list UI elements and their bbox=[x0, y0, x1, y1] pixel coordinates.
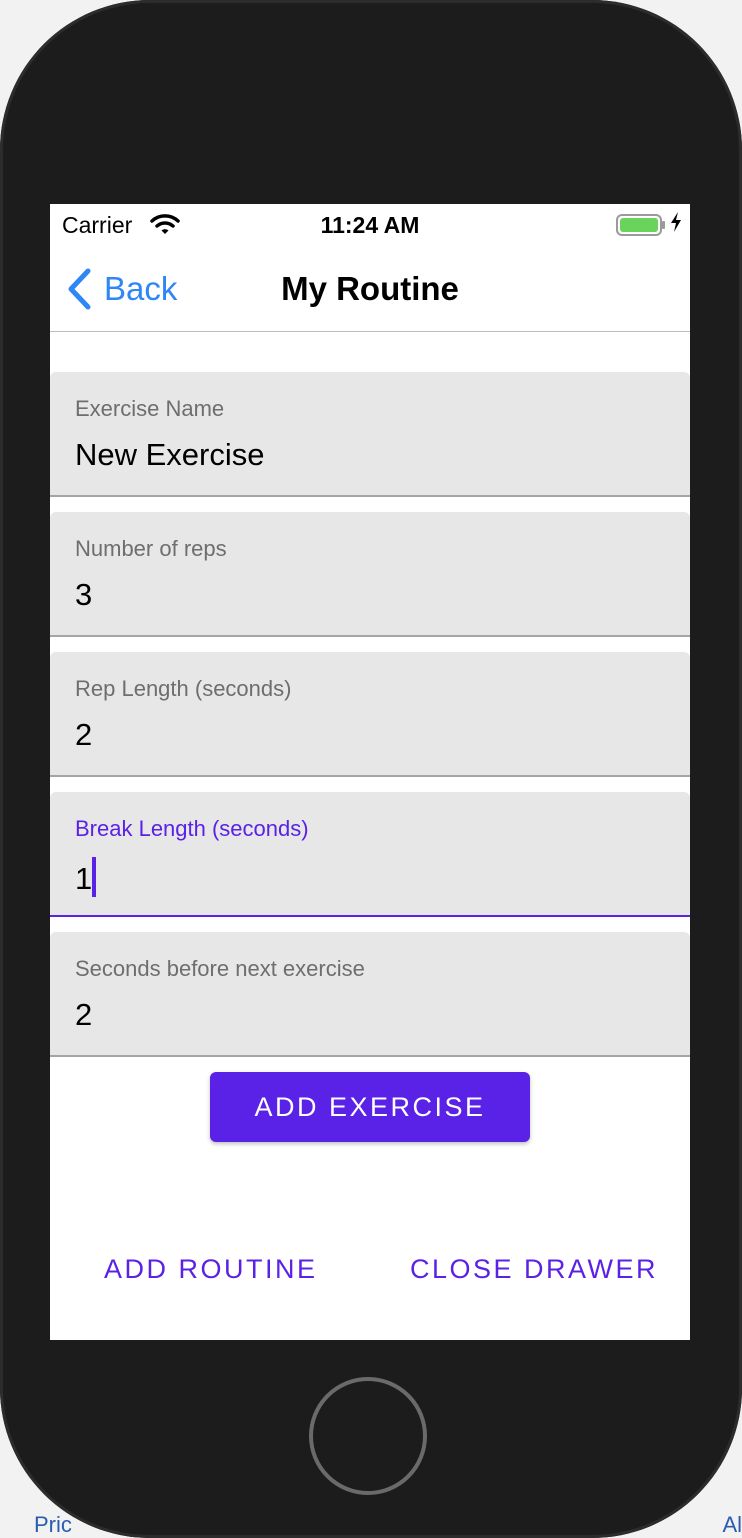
add-exercise-button[interactable]: ADD EXERCISE bbox=[210, 1072, 530, 1142]
exercise-name-field[interactable]: Exercise Name New Exercise bbox=[50, 372, 690, 497]
field-label: Seconds before next exercise bbox=[75, 956, 365, 981]
phone-frame: Carrier 11:24 AM Back My Routine Exercis… bbox=[0, 0, 742, 1538]
charging-bolt-icon bbox=[670, 211, 682, 238]
field-value-wrapper: 1 bbox=[75, 857, 97, 897]
field-label: Break Length (seconds) bbox=[75, 816, 309, 841]
field-value: 2 bbox=[75, 997, 93, 1032]
background-text-right: Al bbox=[722, 1512, 742, 1537]
home-button[interactable] bbox=[309, 1377, 427, 1495]
add-routine-button[interactable]: ADD ROUTINE bbox=[104, 1254, 318, 1294]
number-of-reps-field[interactable]: Number of reps 3 bbox=[50, 512, 690, 637]
navigation-bar: Back My Routine bbox=[50, 246, 690, 332]
seconds-before-next-exercise-field[interactable]: Seconds before next exercise 2 bbox=[50, 932, 690, 1057]
battery-icon bbox=[616, 214, 665, 236]
field-label: Number of reps bbox=[75, 536, 227, 561]
field-value: New Exercise bbox=[75, 437, 265, 472]
field-value: 1 bbox=[75, 861, 93, 896]
text-caret bbox=[92, 857, 97, 897]
field-value: 2 bbox=[75, 717, 93, 752]
field-label: Rep Length (seconds) bbox=[75, 676, 292, 701]
background-text-left: Pric bbox=[34, 1512, 72, 1537]
field-label: Exercise Name bbox=[75, 396, 225, 421]
page-title: My Routine bbox=[281, 270, 459, 307]
rep-length-field[interactable]: Rep Length (seconds) 2 bbox=[50, 652, 690, 777]
break-length-field[interactable]: Break Length (seconds) 1 bbox=[50, 792, 690, 917]
close-drawer-button[interactable]: CLOSE DRAWER bbox=[410, 1254, 658, 1294]
field-value: 3 bbox=[75, 577, 93, 612]
status-bar: Carrier 11:24 AM bbox=[50, 204, 690, 246]
app-screen: Carrier 11:24 AM Back My Routine Exercis… bbox=[50, 204, 690, 1340]
status-time: 11:24 AM bbox=[320, 212, 420, 238]
